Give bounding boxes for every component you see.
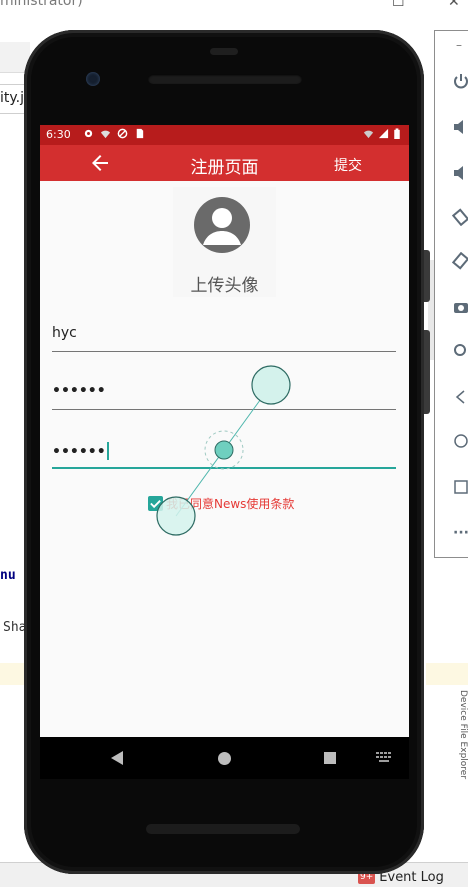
rotate-left-icon[interactable] [451, 207, 468, 227]
agree-checkbox[interactable] [148, 496, 163, 511]
phone-sensor [210, 48, 238, 55]
power-icon[interactable] [451, 71, 468, 91]
volume-down-icon[interactable] [451, 163, 468, 183]
check-icon [150, 500, 161, 509]
camera-icon[interactable] [451, 297, 468, 317]
emulator-toolbar: – ··· [434, 30, 468, 558]
minimize-icon[interactable]: – [449, 35, 468, 55]
settings-icon [84, 129, 93, 138]
overview-icon[interactable] [451, 477, 468, 497]
sd-card-icon [136, 128, 144, 139]
phone-speaker-top [148, 74, 302, 84]
phone-power-button[interactable] [424, 250, 430, 302]
maximize-icon[interactable]: ☐ [392, 0, 405, 10]
zoom-icon[interactable] [451, 341, 468, 361]
submit-button[interactable]: 提交 [334, 155, 362, 175]
username-underline [52, 351, 396, 352]
password-field[interactable]: •••••• [52, 383, 396, 410]
confirm-password-field[interactable]: •••••• [52, 442, 396, 469]
close-icon[interactable]: ✕ [448, 0, 460, 10]
confirm-password-underline [52, 467, 396, 469]
ide-title-bar: ministrator) ☐ ✕ [0, 0, 468, 14]
username-value: hyc [52, 325, 77, 341]
status-time: 6:30 [46, 128, 71, 141]
confirm-password-wrap: •••••• [52, 442, 109, 460]
nav-home-icon[interactable] [218, 752, 231, 765]
nav-recents-icon[interactable] [324, 752, 336, 764]
ide-code-line: Sha [3, 620, 27, 635]
front-camera [86, 72, 100, 86]
ide-side-tab-label[interactable]: Device File Explorer [458, 690, 468, 860]
wifi-off-icon [100, 130, 111, 139]
back-icon[interactable] [451, 387, 468, 407]
avatar-upload[interactable]: 上传头像 [173, 187, 276, 297]
phone-screen: 6:30 注册页面 提交 上传头像 hyc •••••• •••••• 我已同意… [40, 125, 409, 737]
more-icon[interactable]: ··· [451, 523, 468, 543]
password-value: •••••• [52, 383, 106, 399]
ide-line-highlight [426, 663, 468, 685]
text-cursor [106, 442, 109, 460]
home-icon[interactable] [451, 431, 468, 451]
phone-speaker-bottom [146, 824, 300, 834]
battery-icon [394, 128, 400, 139]
phone-volume-button[interactable] [424, 330, 430, 414]
wifi-icon [363, 130, 374, 139]
agree-terms[interactable]: 我已同意News使用条款 [148, 495, 294, 512]
password-underline [52, 409, 396, 410]
sync-icon [117, 128, 128, 139]
nav-back-icon[interactable] [110, 750, 124, 766]
rotate-right-icon[interactable] [451, 251, 468, 271]
ide-window-title: ministrator) [0, 0, 83, 9]
volume-up-icon[interactable] [451, 117, 468, 137]
status-system-icons [363, 128, 401, 139]
agree-terms-label: 我已同意News使用条款 [166, 497, 295, 511]
username-field[interactable]: hyc [52, 325, 396, 352]
android-nav-bar [40, 737, 409, 779]
avatar-placeholder-icon [194, 197, 250, 253]
status-notification-icons [83, 128, 145, 139]
signal-icon [378, 128, 389, 139]
status-bar: 6:30 [40, 125, 409, 145]
upload-avatar-label: 上传头像 [190, 276, 259, 296]
confirm-password-value: •••••• [52, 444, 106, 460]
ide-code-line: nu [0, 568, 16, 583]
event-log-label: Event Log [379, 870, 444, 885]
keyboard-icon[interactable] [376, 752, 392, 762]
app-bar: 注册页面 提交 [40, 145, 409, 181]
